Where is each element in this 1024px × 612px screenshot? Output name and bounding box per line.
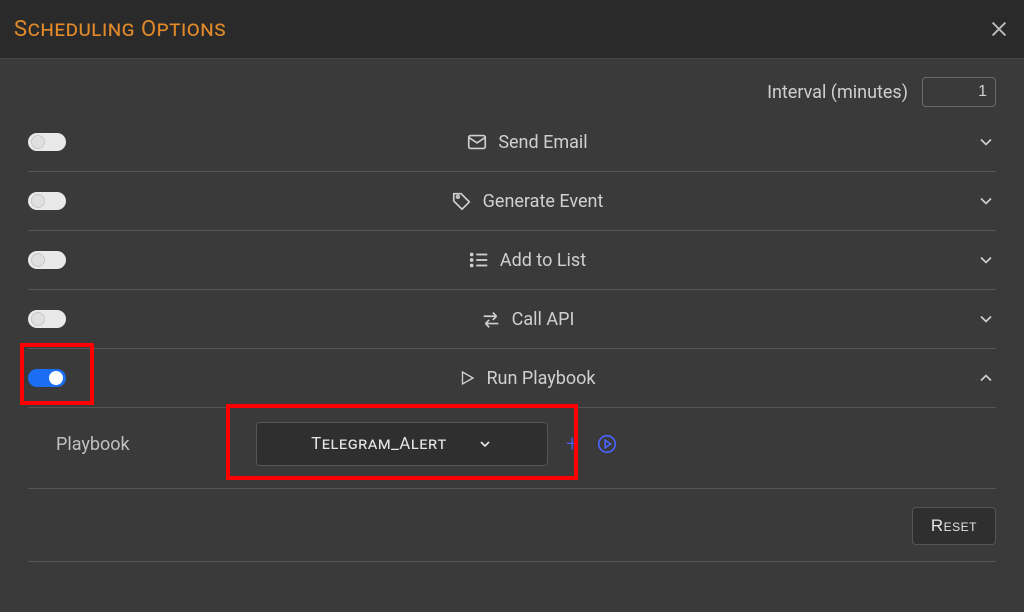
dialog-header: Scheduling Options [0,0,1024,59]
chevron-down-icon [477,436,493,452]
reset-button[interactable]: Reset [912,507,996,545]
playbook-select[interactable]: Telegram_Alert [256,422,548,466]
action-row-send-email[interactable]: Send Email [28,113,996,172]
play-circle-icon [596,433,618,455]
chevron-up-icon[interactable] [976,368,996,388]
test-playbook-button[interactable] [596,433,618,455]
action-row-run-playbook[interactable]: Run Playbook [28,349,996,408]
playbook-field-label: Playbook [28,434,256,455]
action-label: Generate Event [98,190,956,212]
interval-row: Interval (minutes) [28,77,996,107]
interval-input[interactable] [922,77,996,107]
dialog-body: Interval (minutes) Send Email Generate E… [0,59,1024,562]
toggle-generate-event[interactable] [28,192,66,210]
dialog-title: Scheduling Options [14,17,226,42]
playbook-selected-value: Telegram_Alert [311,434,447,454]
run-playbook-panel: Playbook Telegram_Alert + [28,408,996,489]
play-icon [458,369,476,387]
dialog-footer: Reset [28,489,996,562]
action-label: Run Playbook [98,368,956,389]
toggle-send-email[interactable] [28,133,66,151]
swap-icon [480,308,502,330]
action-row-add-to-list[interactable]: Add to List [28,231,996,290]
chevron-down-icon[interactable] [976,250,996,270]
add-playbook-button[interactable]: + [566,432,578,457]
email-icon [466,131,488,153]
chevron-down-icon[interactable] [976,309,996,329]
toggle-call-api[interactable] [28,310,66,328]
toggle-run-playbook[interactable] [28,369,66,387]
tag-icon [451,190,473,212]
action-label: Send Email [98,131,956,153]
chevron-down-icon[interactable] [976,191,996,211]
chevron-down-icon[interactable] [976,132,996,152]
toggle-add-to-list[interactable] [28,251,66,269]
action-label: Call API [98,308,956,330]
action-label: Add to List [98,249,956,271]
action-row-call-api[interactable]: Call API [28,290,996,349]
close-icon [988,18,1010,40]
interval-label: Interval (minutes) [767,82,908,103]
list-icon [468,249,490,271]
close-button[interactable] [988,18,1010,40]
action-row-generate-event[interactable]: Generate Event [28,172,996,231]
